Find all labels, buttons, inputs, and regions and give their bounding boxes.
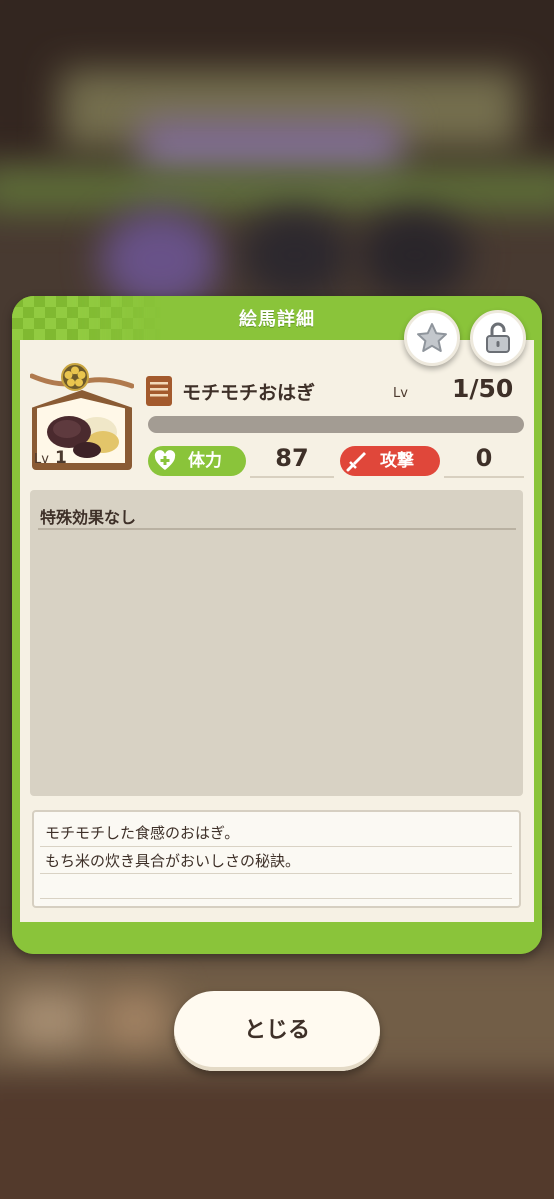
- special-effect-panel: [30, 490, 523, 796]
- description-line-1: モチモチした食感のおはぎ。: [45, 824, 240, 842]
- experience-bar: [148, 416, 524, 433]
- rarity-emblem-icon: [61, 363, 89, 391]
- hp-value: 87: [275, 444, 309, 472]
- level-label: Lv: [393, 386, 408, 401]
- special-effect-divider: [38, 528, 516, 530]
- hp-badge: 体力: [148, 446, 246, 476]
- attack-badge: 攻撃: [340, 446, 440, 476]
- lock-button[interactable]: [470, 310, 526, 366]
- close-button[interactable]: とじる: [174, 991, 380, 1071]
- heart-plus-icon: [154, 450, 176, 470]
- hp-underline: [250, 476, 334, 478]
- ema-level-label: Lv: [34, 452, 49, 467]
- attack-underline: [444, 476, 524, 478]
- ema-level-value: 1: [54, 448, 67, 468]
- dialog-title: 絵馬詳細: [239, 309, 315, 330]
- sword-icon: [346, 452, 366, 472]
- grade-three-icon: [150, 382, 168, 397]
- level-progress: 1/50: [452, 374, 514, 403]
- ema-level: Lv 1: [34, 448, 67, 468]
- dialog-footer: [12, 922, 542, 954]
- description-line-2: もち米の炊き具合がおいしさの秘訣。: [45, 852, 301, 870]
- item-name: モチモチおはぎ: [182, 382, 316, 404]
- grade-icon: [146, 376, 172, 406]
- attack-label: 攻撃: [380, 451, 414, 471]
- favorite-button[interactable]: [404, 310, 460, 366]
- hp-label: 体力: [188, 451, 222, 471]
- dialog-header: 絵馬詳細: [12, 296, 542, 340]
- unlock-icon: [486, 322, 510, 353]
- star-icon: [417, 323, 447, 352]
- special-effect-title: 特殊効果なし: [40, 508, 137, 527]
- description-rule: [40, 873, 512, 874]
- description-rule: [40, 898, 512, 899]
- attack-value: 0: [475, 444, 493, 472]
- description-rule: [40, 846, 512, 847]
